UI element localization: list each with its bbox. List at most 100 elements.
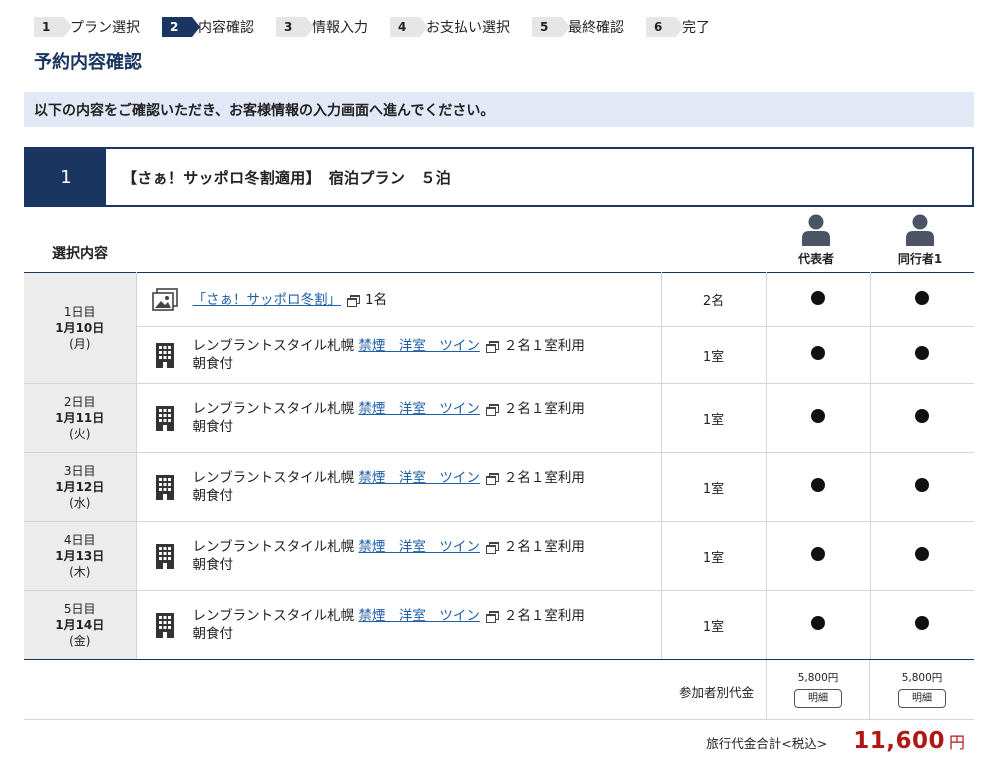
hotel-item: レンブラントスタイル札幌 禁煙 洋室 ツイン ２名１室利用 朝食付 [136, 521, 662, 591]
hotel-name: レンブラントスタイル札幌 [192, 470, 355, 486]
meal-info: 朝食付 [192, 488, 234, 504]
day-cell: 5日目 1月14日 (金) [24, 590, 137, 660]
step-label: 情報入力 [312, 20, 368, 36]
table-row: 2日目 1月11日 (火) レンブラントスタイル札幌 禁煙 洋室 ツイン ２名１室… [24, 383, 974, 453]
selection-dot [766, 452, 871, 522]
new-window-icon[interactable] [485, 473, 499, 485]
room-usage: ２名１室利用 [503, 470, 585, 486]
detail-button[interactable]: 明細 [898, 689, 946, 708]
step-label: 内容確認 [198, 20, 254, 36]
building-icon [151, 474, 179, 500]
price-cell-representative: 5,800円 明細 [766, 660, 870, 719]
step-label: お支払い選択 [426, 20, 510, 36]
hotel-name: レンブラントスタイル札幌 [192, 608, 355, 624]
table-row: 5日目 1月14日 (金) レンブラントスタイル札幌 禁煙 洋室 ツイン ２名１室… [24, 590, 974, 660]
day-weekday: (木) [69, 565, 91, 579]
price-label: 参加者別代金 [678, 685, 754, 700]
step-4: 4 お支払い選択 [390, 17, 510, 37]
step-label: 最終確認 [568, 20, 624, 36]
day-weekday: (金) [69, 634, 91, 648]
room-type-link[interactable]: 禁煙 洋室 ツイン [358, 539, 480, 555]
coupon-link[interactable]: 「さぁ！サッポロ冬割」 [193, 292, 342, 308]
person-label: 同行者1 [897, 252, 943, 266]
step-label: 完了 [682, 20, 710, 36]
new-window-icon[interactable] [485, 404, 499, 416]
day-weekday: (水) [69, 496, 91, 510]
room-type-link[interactable]: 禁煙 洋室 ツイン [358, 470, 480, 486]
room-type-link[interactable]: 禁煙 洋室 ツイン [358, 401, 480, 417]
hotel-name: レンブラントスタイル札幌 [192, 338, 355, 354]
detail-button[interactable]: 明細 [794, 689, 842, 708]
plan-number: 1 [26, 149, 106, 205]
table-row: レンブラントスタイル札幌 禁煙 洋室 ツイン ２名１室利用朝食付 1室 [24, 326, 974, 384]
day-date: 1月12日 [55, 480, 105, 494]
room-type-link[interactable]: 禁煙 洋室 ツイン [358, 608, 480, 624]
quantity-cell: 1室 [661, 383, 767, 453]
selection-label: 選択内容 [52, 246, 108, 262]
step-number: 1 [34, 17, 72, 37]
selection-dot [766, 590, 871, 660]
total-amount: 11,600 [853, 728, 945, 754]
quantity-cell: 1室 [661, 326, 767, 384]
page-title: 予約内容確認 [34, 52, 142, 73]
step-number: 6 [646, 17, 684, 37]
building-icon [151, 405, 179, 431]
price-amount: 5,800円 [901, 672, 943, 684]
hotel-item: レンブラントスタイル札幌 禁煙 洋室 ツイン ２名１室利用朝食付 [136, 452, 662, 522]
step-number: 5 [532, 17, 570, 37]
step-6: 6 完了 [646, 17, 710, 37]
selection-dot [766, 326, 871, 384]
room-type-link[interactable]: 禁煙 洋室 ツイン [358, 338, 480, 354]
quantity-cell: 1室 [661, 590, 767, 660]
selection-dot [766, 521, 871, 591]
step-label: プラン選択 [70, 20, 140, 36]
day-number: 2日目 [63, 395, 96, 409]
step-number: 4 [390, 17, 428, 37]
room-usage: ２名１室利用 [503, 608, 585, 624]
day-cell: 2日目 1月11日 (火) [24, 383, 137, 453]
quantity-cell: 1室 [661, 521, 767, 591]
new-window-icon[interactable] [485, 542, 499, 554]
day-number: 1日目 [63, 305, 96, 319]
selection-dot [870, 590, 974, 660]
step-number: 3 [276, 17, 314, 37]
meal-info: 朝食付 [192, 557, 234, 573]
meal-info: 朝食付 [192, 419, 234, 435]
step-3: 3 情報入力 [276, 17, 368, 37]
coupon-item: 「さぁ！サッポロ冬割」 1名 [136, 272, 662, 327]
building-icon [151, 342, 179, 368]
new-window-icon[interactable] [347, 294, 360, 307]
day-number: 4日目 [63, 533, 96, 547]
day-date: 1月14日 [55, 618, 105, 632]
room-usage: ２名１室利用 [503, 401, 585, 417]
day-date: 1月10日 [55, 321, 105, 335]
hotel-name: レンブラントスタイル札幌 [192, 401, 355, 417]
new-window-icon[interactable] [485, 341, 499, 353]
person-icon [802, 214, 830, 246]
selection-dot [870, 272, 974, 327]
hotel-name: レンブラントスタイル札幌 [192, 539, 355, 555]
hotel-item: レンブラントスタイル札幌 禁煙 洋室 ツイン ２名１室利用朝食付 [136, 326, 662, 384]
person-icon [906, 214, 934, 246]
room-usage: ２名１室利用 [503, 338, 585, 354]
price-cell-companion: 5,800円 明細 [870, 660, 974, 719]
hotel-item: レンブラントスタイル札幌 禁煙 洋室 ツイン ２名１室利用朝食付 [136, 383, 662, 453]
meal-info: 朝食付 [192, 356, 234, 372]
selection-dot [870, 521, 974, 591]
selection-dot [766, 272, 871, 327]
day-cell: 3日目 1月12日 (水) [24, 452, 137, 522]
progress-steps: 1 プラン選択 2 内容確認 3 情報入力 4 お支払い選択 5 最終確認 6 完了 [34, 17, 732, 37]
step-1: 1 プラン選択 [34, 17, 140, 37]
day-weekday: (月) [69, 337, 91, 351]
selection-dot [870, 383, 974, 453]
meal-info: 朝食付 [192, 626, 234, 642]
image-icon [151, 287, 179, 312]
new-window-icon[interactable] [485, 611, 499, 623]
quantity-cell: 1室 [661, 452, 767, 522]
coupon-count: 1名 [365, 291, 388, 308]
price-amount: 5,800円 [797, 672, 839, 684]
day-number: 3日目 [63, 464, 96, 478]
building-icon [151, 612, 179, 638]
day-weekday: (火) [69, 427, 91, 441]
price-row: 参加者別代金 5,800円 明細 5,800円 明細 [24, 660, 974, 720]
